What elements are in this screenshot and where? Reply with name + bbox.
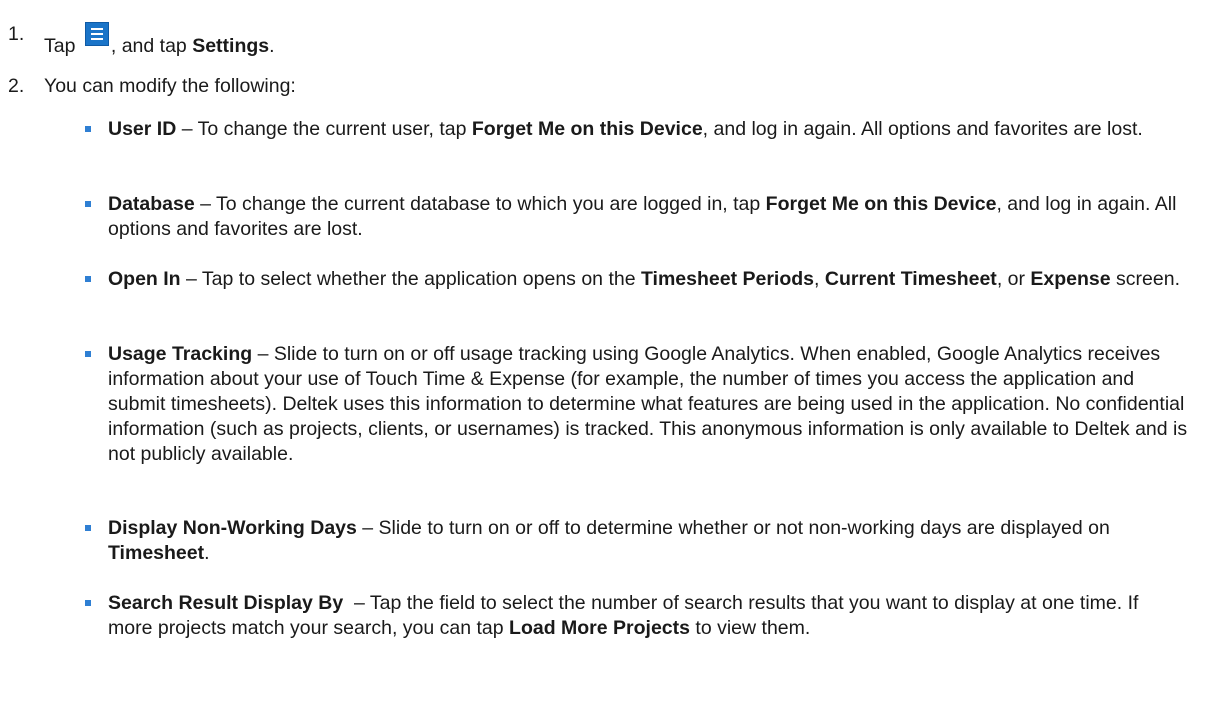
option-bold: Forget Me on this Device	[471, 118, 703, 140]
list-item-text: User ID – To change the current user, ta…	[108, 117, 1188, 142]
step-number: 2.	[8, 75, 25, 97]
step-text-part: , and tap	[110, 35, 193, 57]
bullet-marker	[85, 201, 91, 207]
list-item-text: Open In – Tap to select whether the appl…	[108, 267, 1188, 292]
option-desc: , and log in again. All options and favo…	[702, 118, 1143, 140]
option-bold: Expense	[1030, 268, 1111, 290]
option-bold: Forget Me on this Device	[765, 193, 997, 215]
list-item-text: Display Non-Working Days – Slide to turn…	[108, 516, 1188, 566]
option-bold: Timesheet	[108, 542, 205, 564]
option-term: Usage Tracking	[108, 343, 253, 365]
option-term: Search Result Display By	[108, 592, 344, 614]
option-desc: ,	[814, 268, 825, 290]
list-item-text: Search Result Display By – Tap the field…	[108, 591, 1188, 641]
option-desc: screen.	[1110, 268, 1180, 290]
step-text: You can modify the following:	[44, 75, 296, 97]
option-bold: Current Timesheet	[824, 268, 997, 290]
option-desc: , or	[996, 268, 1031, 290]
bullet-marker	[85, 126, 91, 132]
bullet-marker	[85, 525, 91, 531]
option-desc: to view them.	[690, 617, 811, 639]
step-1: 1. Tap , and tap Settings.	[8, 22, 275, 59]
bullet-marker	[85, 276, 91, 282]
bullet-marker	[85, 351, 91, 357]
step-text-part: Tap	[44, 35, 76, 57]
step-text: Tap , and tap Settings.	[44, 22, 275, 59]
option-desc: – Slide to turn on or off to determine w…	[356, 517, 1110, 539]
option-term: Open In	[108, 268, 181, 290]
option-bold: Load More Projects	[509, 617, 690, 639]
bullet-marker	[85, 600, 91, 606]
option-desc: – To change the current user, tap	[176, 118, 472, 140]
option-term: Display Non-Working Days	[108, 517, 357, 539]
hamburger-menu-icon	[84, 22, 109, 46]
option-term: Database	[108, 193, 195, 215]
settings-term: Settings	[192, 35, 270, 57]
step-2: 2. You can modify the following:	[8, 74, 296, 99]
option-desc: .	[204, 542, 210, 564]
option-term: User ID	[108, 118, 177, 140]
step-number: 1.	[8, 23, 25, 45]
option-desc: – Tap to select whether the application …	[180, 268, 641, 290]
document: 1. Tap , and tap Settings. 2. You can mo…	[0, 0, 1219, 711]
option-bold: Timesheet Periods	[640, 268, 815, 290]
list-item-text: Database – To change the current databas…	[108, 192, 1188, 242]
option-desc: – To change the current database to whic…	[194, 193, 766, 215]
option-desc: – Slide to turn on or off usage tracking…	[108, 343, 1188, 465]
list-item-text: Usage Tracking – Slide to turn on or off…	[108, 342, 1188, 467]
step-text-part: .	[269, 35, 275, 57]
